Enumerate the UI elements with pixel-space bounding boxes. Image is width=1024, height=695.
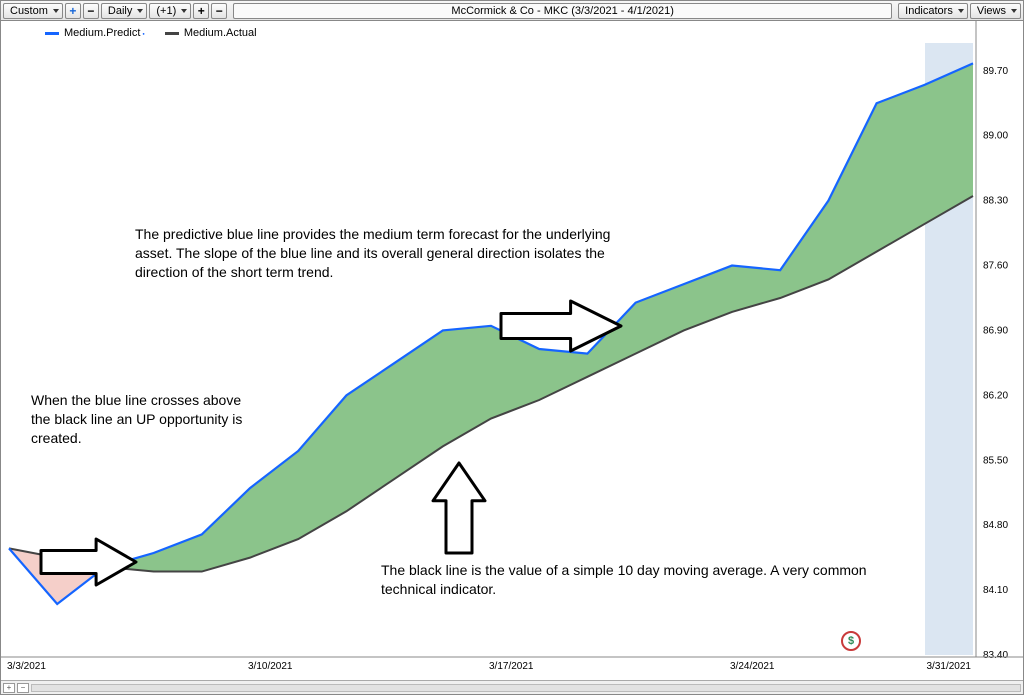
plus-icon: + [7,683,12,692]
svg-text:3/24/2021: 3/24/2021 [730,661,775,672]
chart-title-bar: McCormick & Co - MKC (3/3/2021 - 4/1/202… [233,3,892,19]
annotation-forecast-text: The predictive blue line provides the me… [135,225,645,282]
svg-text:87.60: 87.60 [983,261,1008,272]
indicators-dropdown-label: Indicators [905,5,953,17]
svg-text:3/10/2021: 3/10/2021 [248,661,293,672]
minus-icon: − [21,683,26,692]
svg-text:85.50: 85.50 [983,455,1008,466]
watermark-icon: $ [841,631,861,651]
svg-text:84.10: 84.10 [983,585,1008,596]
svg-text:89.70: 89.70 [983,66,1008,77]
indicators-dropdown[interactable]: Indicators [898,3,968,19]
svg-text:84.80: 84.80 [983,520,1008,531]
svg-text:89.00: 89.00 [983,131,1008,142]
offset-plus-button[interactable]: + [193,3,209,19]
custom-dropdown-label: Custom [10,5,48,17]
offset-dropdown-label: (+1) [156,5,176,17]
annotation-moving-average-text: The black line is the value of a simple … [381,561,881,599]
views-dropdown-label: Views [977,5,1006,17]
svg-text:86.90: 86.90 [983,325,1008,336]
toolbar: Custom + − Daily (+1) + − McCormick & Co… [1,1,1023,21]
scroll-add-button[interactable]: + [3,683,15,693]
offset-minus-button[interactable]: − [211,3,227,19]
watermark-glyph: $ [848,635,854,647]
svg-text:83.40: 83.40 [983,650,1008,661]
interval-dropdown-label: Daily [108,5,132,17]
svg-text:86.20: 86.20 [983,390,1008,401]
annotation-crossover-text: When the blue line crosses above the bla… [31,391,256,448]
zoom-out-button[interactable]: − [83,3,99,19]
interval-dropdown[interactable]: Daily [101,3,147,19]
offset-dropdown[interactable]: (+1) [149,3,191,19]
views-dropdown[interactable]: Views [970,3,1021,19]
svg-text:3/17/2021: 3/17/2021 [489,661,534,672]
scroll-track[interactable] [31,684,1021,692]
custom-dropdown[interactable]: Custom [3,3,63,19]
svg-text:3/31/2021: 3/31/2021 [927,661,972,672]
chart-area[interactable]: Medium.Predict ● Medium.Actual 83.4084.1… [1,21,1023,680]
horizontal-scrollbar[interactable]: + − [1,680,1023,694]
zoom-in-button[interactable]: + [65,3,81,19]
svg-text:88.30: 88.30 [983,196,1008,207]
svg-text:3/3/2021: 3/3/2021 [7,661,46,672]
scroll-remove-button[interactable]: − [17,683,29,693]
